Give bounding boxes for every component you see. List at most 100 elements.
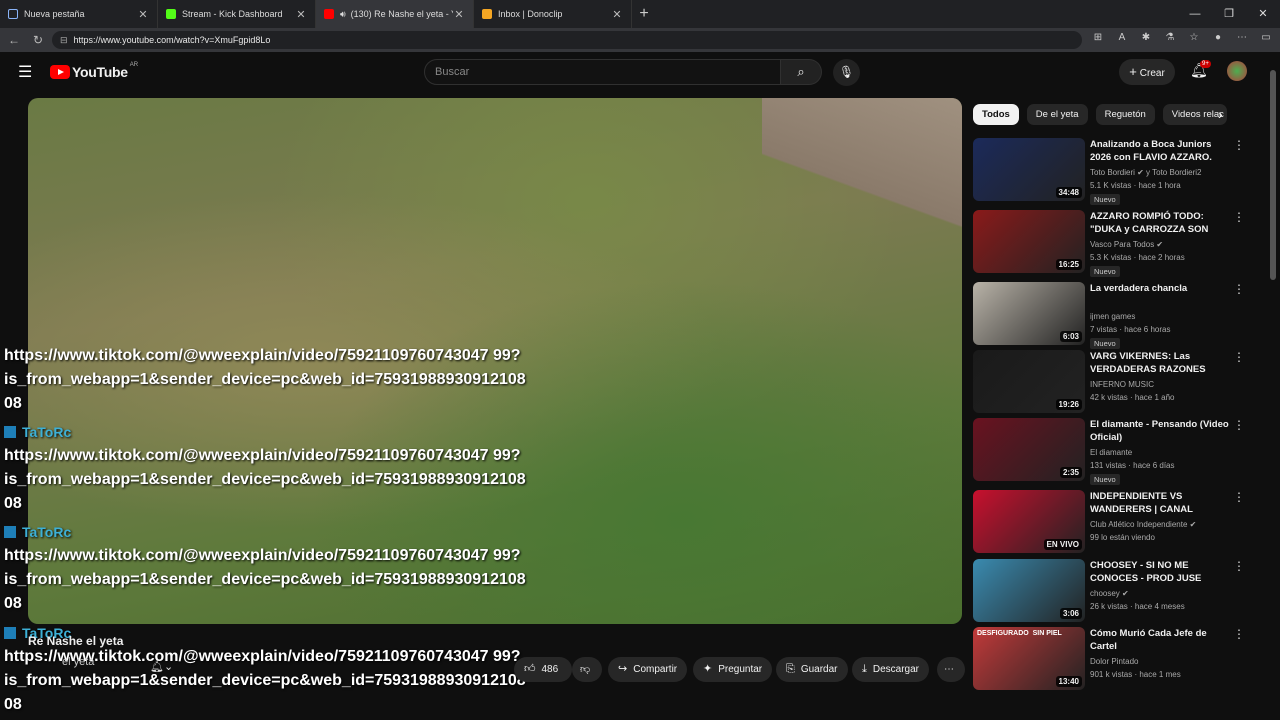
recommended-video[interactable]: 6:03 La verdadera chancla ijmen games 7 vis… [973, 282, 1253, 349]
chip-todos[interactable]: Todos [973, 104, 1019, 125]
donoclip-icon [482, 9, 492, 19]
close-tab-icon[interactable]: ✕ [453, 8, 465, 21]
url-text: https://www.youtube.com/watch?v=XmuFgpid… [73, 35, 271, 45]
recommended-video[interactable]: 16:25 AZZARO ROMPIÓ TODO: "DUKA y CARROZZ… [973, 210, 1253, 277]
recommended-video[interactable]: EN VIVO INDEPENDIENTE VS WANDERERS | CANA… [973, 490, 1253, 554]
like-button[interactable]: 👍︎ 486 [514, 657, 572, 682]
close-tab-icon[interactable]: ✕ [137, 8, 149, 21]
recommended-title[interactable]: Analizando a Boca Juniors 2026 con FLAVI… [1090, 138, 1230, 164]
more-vert-icon[interactable]: ⋮ [1233, 627, 1245, 641]
new-badge: Nuevo [1090, 194, 1120, 205]
recommended-title[interactable]: Cómo Murió Cada Jefe de Cartel [1090, 627, 1230, 653]
favorites-icon[interactable]: ☆ [1186, 32, 1202, 43]
minimize-icon[interactable]: — [1178, 0, 1212, 28]
avatar[interactable] [1227, 61, 1247, 81]
recommended-channel[interactable]: INFERNO MUSIC [1090, 380, 1154, 389]
chip-regueton[interactable]: Reguetón [1095, 104, 1155, 125]
more-vert-icon[interactable]: ⋮ [1233, 418, 1245, 432]
recommended-title[interactable]: El diamante - Pensando (Video Oficial) [1090, 418, 1230, 444]
recommended-video[interactable]: 2:35 El diamante - Pensando (Video Oficia… [973, 418, 1253, 485]
more-vert-icon[interactable]: ⋮ [1233, 490, 1245, 504]
plus-icon: + [1129, 64, 1137, 79]
recommended-channel[interactable]: Club Atlético Independiente ✔ [1090, 520, 1196, 529]
close-tab-icon[interactable]: ✕ [611, 8, 623, 21]
video-thumbnail[interactable]: 19:26 [973, 350, 1085, 413]
share-button[interactable]: ↪ Compartir [608, 657, 688, 682]
chevron-right-icon[interactable]: › [1218, 106, 1223, 122]
recommended-title[interactable]: AZZARO ROMPIÓ TODO: "DUKA y CARROZZA SON… [1090, 210, 1230, 236]
download-button[interactable]: ⤓ Descargar [852, 657, 930, 682]
recommended-video[interactable]: 3:06 CHOOSEY - SI NO ME CONOCES - PROD JU… [973, 559, 1253, 623]
recommended-channel[interactable]: choosey ✔ [1090, 589, 1129, 598]
recommended-video[interactable]: 19:26 VARG VIKERNES: Las VERDADERAS RAZON… [973, 350, 1253, 414]
profile-icon[interactable]: ● [1210, 32, 1226, 43]
create-button[interactable]: + Crear [1119, 59, 1175, 85]
youtube-logo[interactable]: YouTube AR [50, 62, 138, 80]
dislike-button[interactable]: 👎︎ [572, 657, 602, 682]
logo-text: YouTube [72, 64, 128, 80]
translate-icon[interactable]: ⚗ [1162, 32, 1178, 43]
recommended-video[interactable]: 34:48 Analizando a Boca Juniors 2026 con … [973, 138, 1253, 205]
extensions-icon[interactable]: ✱ [1138, 32, 1154, 43]
notifications-button[interactable]: 🔔︎ 9+ [1190, 60, 1211, 79]
more-vert-icon[interactable]: ⋮ [1233, 559, 1245, 573]
bell-subscribe-icon[interactable]: 🔔︎⌄ [150, 660, 173, 673]
scrollbar[interactable] [1270, 60, 1276, 686]
recommended-title[interactable]: VARG VIKERNES: Las VERDADERAS RAZONES de… [1090, 350, 1230, 376]
more-actions-button[interactable]: ⋯ [937, 657, 965, 682]
video-thumbnail[interactable]: 34:48 [973, 138, 1085, 201]
voice-search-button[interactable]: 🎙︎ [833, 59, 860, 86]
new-tab-button[interactable]: + [632, 5, 656, 23]
channel-name[interactable]: el yeta [62, 656, 94, 668]
recommended-stats: 99 lo están viendo [1090, 533, 1155, 542]
browser-tab[interactable]: Nueva pestaña ✕ [0, 0, 158, 28]
duration-badge: 2:35 [1059, 467, 1082, 478]
restore-icon[interactable]: ❐ [1212, 0, 1246, 28]
site-info-icon[interactable]: ⊟ [60, 35, 68, 46]
close-tab-icon[interactable]: ✕ [295, 8, 307, 21]
tab-label: Inbox | Donoclip [498, 9, 563, 19]
video-thumbnail[interactable]: 2:35 [973, 418, 1085, 481]
video-title: Re Nashe el yeta [28, 634, 124, 648]
ask-button[interactable]: ✦ Preguntar [693, 657, 773, 682]
chip-de-el-yeta[interactable]: De el yeta [1026, 104, 1088, 125]
menu-icon[interactable]: ⋯ [1234, 32, 1250, 43]
recommended-channel[interactable]: Vasco Para Todos ✔ [1090, 240, 1163, 249]
recommended-channel[interactable]: Dolor Pintado [1090, 657, 1138, 666]
browser-tab[interactable]: Inbox | Donoclip ✕ [474, 0, 632, 28]
video-thumbnail[interactable]: DESFIGURADO SIN PIEL 13:40 [973, 627, 1085, 690]
apps-icon[interactable]: ⊞ [1090, 32, 1106, 43]
chat-username: TaToRc [4, 524, 71, 540]
recommended-title[interactable]: CHOOSEY - SI NO ME CONOCES - PROD JUSE (… [1090, 559, 1230, 585]
search-button[interactable]: ⌕ [781, 59, 822, 85]
more-vert-icon[interactable]: ⋮ [1233, 282, 1245, 296]
create-label: Crear [1139, 68, 1165, 79]
more-vert-icon[interactable]: ⋮ [1233, 138, 1245, 152]
video-thumbnail[interactable]: 6:03 [973, 282, 1085, 345]
browser-tab[interactable]: Stream - Kick Dashboard ✕ [158, 0, 316, 28]
more-vert-icon[interactable]: ⋮ [1233, 210, 1245, 224]
recommended-channel[interactable]: El diamante [1090, 448, 1132, 457]
scrollbar-thumb[interactable] [1270, 70, 1276, 280]
url-field[interactable]: ⊟ https://www.youtube.com/watch?v=XmuFgp… [52, 31, 1082, 49]
recommended-video[interactable]: DESFIGURADO SIN PIEL 13:40 Cómo Murió Cada… [973, 627, 1253, 691]
microphone-icon: 🎙︎ [838, 65, 855, 79]
read-aloud-icon[interactable]: A [1114, 32, 1130, 43]
recommended-title[interactable]: INDEPENDIENTE VS WANDERERS | CANAL OFICI… [1090, 490, 1230, 516]
browser-tab-active[interactable]: 🔊︎ (130) Re Nashe el yeta - YouTu ✕ [316, 0, 474, 28]
video-thumbnail[interactable]: EN VIVO [973, 490, 1085, 553]
search-input[interactable]: Buscar [424, 59, 781, 85]
sidebar-icon[interactable]: ▭ [1258, 32, 1274, 43]
more-vert-icon[interactable]: ⋮ [1233, 350, 1245, 364]
close-window-icon[interactable]: ✕ [1246, 0, 1280, 28]
speaker-icon[interactable]: 🔊︎ [340, 9, 346, 20]
menu-hamburger-icon[interactable]: ☰ [18, 62, 36, 82]
save-button[interactable]: ⎘ Guardar [776, 657, 848, 682]
recommended-stats: 7 vistas · hace 6 horas [1090, 325, 1171, 334]
recommended-title[interactable]: La verdadera chancla [1090, 282, 1230, 295]
video-thumbnail[interactable]: 16:25 [973, 210, 1085, 273]
video-thumbnail[interactable]: 3:06 [973, 559, 1085, 622]
recommended-channel[interactable]: Toto Bordieri ✔ y Toto Bordieri2 [1090, 168, 1202, 177]
reload-icon[interactable]: ↻ [24, 33, 52, 47]
recommended-channel[interactable]: ijmen games [1090, 312, 1135, 321]
